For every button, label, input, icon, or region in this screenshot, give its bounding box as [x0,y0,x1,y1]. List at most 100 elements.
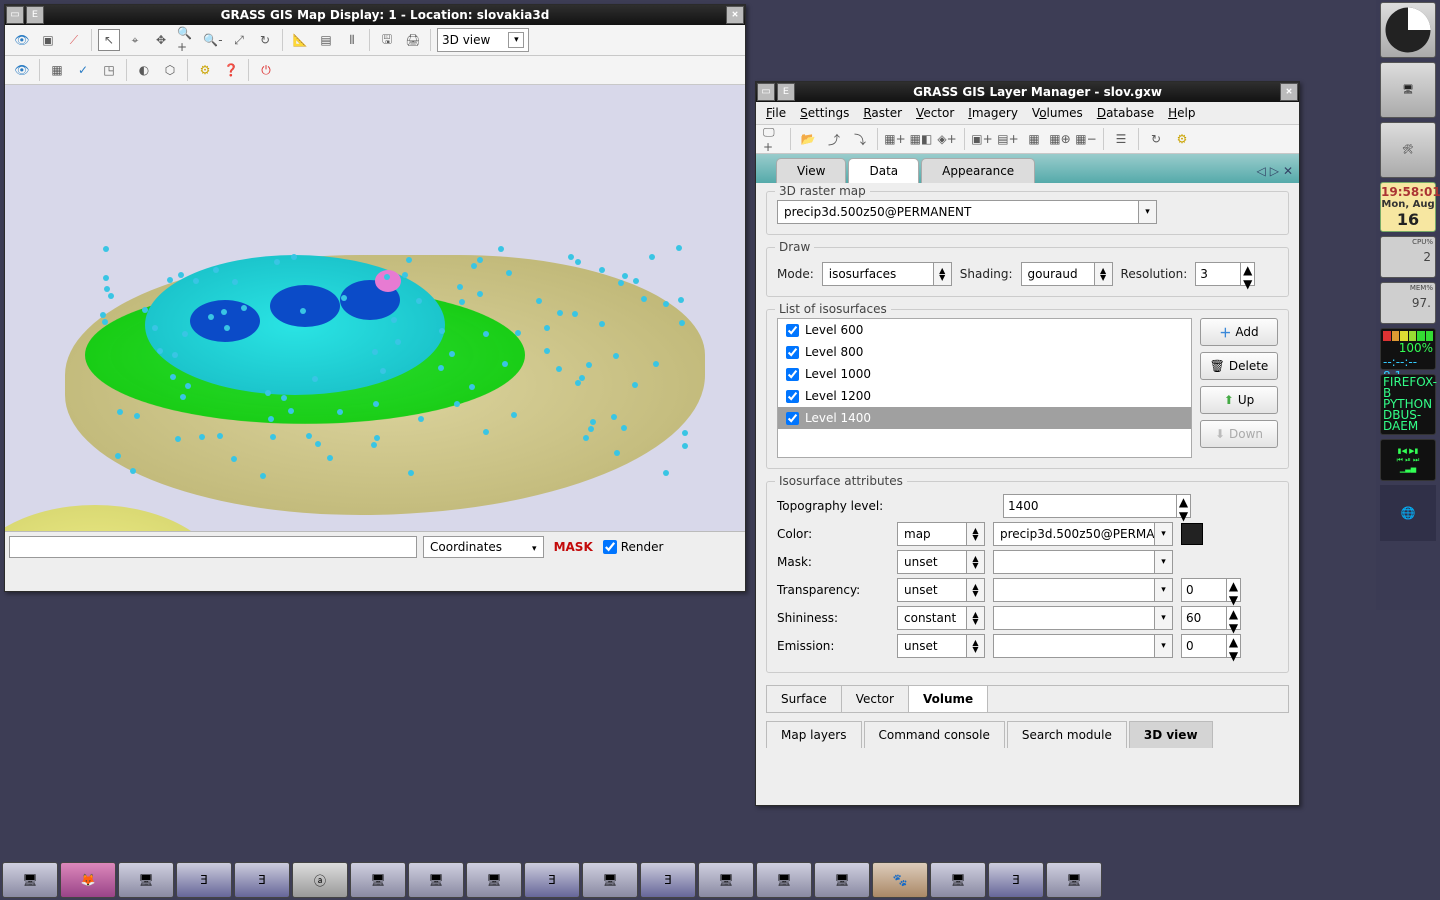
render-checkbox-input[interactable] [603,540,617,554]
help-icon[interactable]: ❓ [220,59,242,81]
power-icon[interactable]: ⏻ [255,59,277,81]
tab-scroll-right-icon[interactable]: ▷ [1270,164,1279,178]
pan-icon[interactable]: ✥ [150,29,172,51]
shininess-map-select[interactable] [993,606,1173,630]
task-item[interactable]: 🖥 [756,862,812,898]
map-display-titlebar[interactable]: ▭ E GRASS GIS Map Display: 1 - Location:… [5,5,745,25]
tab-surface[interactable]: Surface [767,686,842,712]
erase-icon[interactable]: ⟋ [63,29,85,51]
window-menu-button[interactable]: ▭ [757,83,775,101]
menu-database[interactable]: Database [1097,106,1154,120]
task-item[interactable]: 🖥 [118,862,174,898]
iso-item-check[interactable] [786,324,799,337]
tab-volume[interactable]: Volume [909,686,988,712]
color-mode-select[interactable]: map▲▼ [897,522,985,546]
task-item[interactable]: Ǝ [234,862,290,898]
light-icon[interactable]: ◐ [133,59,155,81]
zoom-in-icon[interactable]: 🔍+ [176,29,198,51]
emission-mode-select[interactable]: unset▲▼ [897,634,985,658]
lm-settings-icon[interactable]: ⚙ [1171,128,1193,150]
tab-vector[interactable]: Vector [842,686,909,712]
tab-scroll-left-icon[interactable]: ◁ [1256,164,1265,178]
tab-map-layers[interactable]: Map layers [766,721,862,748]
menu-vector[interactable]: Vector [916,106,954,120]
vector-mode-icon[interactable]: ✓ [72,59,94,81]
menu-file[interactable]: File [766,106,786,120]
tab-data[interactable]: Data [848,158,919,183]
mask-mode-select[interactable]: unset▲▼ [897,550,985,574]
tab-close-icon[interactable]: ✕ [1283,164,1293,178]
menu-settings[interactable]: Settings [800,106,849,120]
mask-map-select[interactable] [993,550,1173,574]
close-button[interactable]: ✕ [1280,83,1298,101]
task-item[interactable]: Ǝ [524,862,580,898]
add-raster-icon[interactable]: ▦+ [884,128,906,150]
add-vector-icon[interactable]: ◈+ [936,128,958,150]
color-map-select[interactable]: precip3d.500z50@PERMANENT [993,522,1173,546]
add-group-icon[interactable]: ▣+ [971,128,993,150]
topography-spinner[interactable]: 1400 ▲▼ [1003,494,1191,518]
workspace-save-icon[interactable]: ⤴ [823,128,845,150]
view-mode-select[interactable]: 3D view [437,28,529,52]
task-item[interactable]: Ǝ [176,862,232,898]
transparency-spinner[interactable]: 0▲▼ [1181,578,1241,602]
zoom-out-icon[interactable]: 🔍- [202,29,224,51]
menu-imagery[interactable]: Imagery [968,106,1018,120]
color-swatch[interactable] [1181,523,1203,545]
add-labels-icon[interactable]: ▦⊕ [1049,128,1071,150]
dock-tools-icon[interactable]: 🛠 [1380,122,1436,178]
iso-item[interactable]: Level 600 [778,319,1191,341]
tab-search-module[interactable]: Search module [1007,721,1127,748]
task-item[interactable]: 🐾 [872,862,928,898]
task-item[interactable]: 🖥 [408,862,464,898]
tab-command-console[interactable]: Command console [864,721,1005,748]
coord-mode-select[interactable]: Coordinates [423,536,544,558]
iso-item-check[interactable] [786,346,799,359]
zoom-refresh-icon[interactable]: ↻ [254,29,276,51]
task-item[interactable]: 🦊 [60,862,116,898]
workspace-saveas-icon[interactable]: ⤵ [849,128,871,150]
surface-mode-icon[interactable]: ▦ [46,59,68,81]
overlay-icon[interactable]: ▤ [315,29,337,51]
iso-item-check[interactable] [786,368,799,381]
task-item[interactable]: 🖥 [582,862,638,898]
save-image-icon[interactable]: 🖫 [376,29,398,51]
add-isosurface-button[interactable]: ＋Add [1200,318,1278,346]
transparency-map-select[interactable] [993,578,1173,602]
pointer-icon[interactable]: ↖ [98,29,120,51]
analyze-icon[interactable]: 📐 [289,29,311,51]
window-shade-button[interactable]: E [777,83,795,101]
task-item[interactable]: 🖥 [350,862,406,898]
window-menu-button[interactable]: ▭ [6,6,24,24]
task-item[interactable]: 🖥 [1046,862,1102,898]
iso-item[interactable]: Level 1000 [778,363,1191,385]
remove-layer-icon[interactable]: ▦− [1075,128,1097,150]
menu-help[interactable]: Help [1168,106,1195,120]
add-grid-icon[interactable]: ▦ [1023,128,1045,150]
map-canvas[interactable] [5,85,745,531]
menu-volumes[interactable]: Volumes [1032,106,1083,120]
print-icon[interactable]: 🖨 [402,29,424,51]
lm-titlebar[interactable]: ▭ E GRASS GIS Layer Manager - slov.gxw ✕ [756,82,1299,102]
status-input[interactable] [9,536,417,558]
task-item[interactable]: 🖥 [698,862,754,898]
shininess-mode-select[interactable]: constant▲▼ [897,606,985,630]
iso-item-check[interactable] [786,390,799,403]
eye-icon[interactable]: 👁 [11,29,33,51]
emission-spinner[interactable]: 0▲▼ [1181,634,1241,658]
task-item[interactable]: 🖥 [2,862,58,898]
add-overlay-icon[interactable]: ▤+ [997,128,1019,150]
box-icon[interactable]: ⬡ [159,59,181,81]
render-region-icon[interactable]: ▣ [37,29,59,51]
attribute-table-icon[interactable]: ☰ [1110,128,1132,150]
lm-refresh-icon[interactable]: ↻ [1145,128,1167,150]
workspace-open-icon[interactable]: 📂 [797,128,819,150]
close-button[interactable]: ✕ [726,6,744,24]
settings-icon[interactable]: ⚙ [194,59,216,81]
new-display-icon[interactable]: 🖵+ [762,128,784,150]
delete-isosurface-button[interactable]: 🗑Delete [1200,352,1278,380]
task-item[interactable]: 🖥 [930,862,986,898]
add-raster-multi-icon[interactable]: ▦◧ [910,128,932,150]
window-shade-button[interactable]: E [26,6,44,24]
task-item[interactable]: 🖥 [814,862,870,898]
